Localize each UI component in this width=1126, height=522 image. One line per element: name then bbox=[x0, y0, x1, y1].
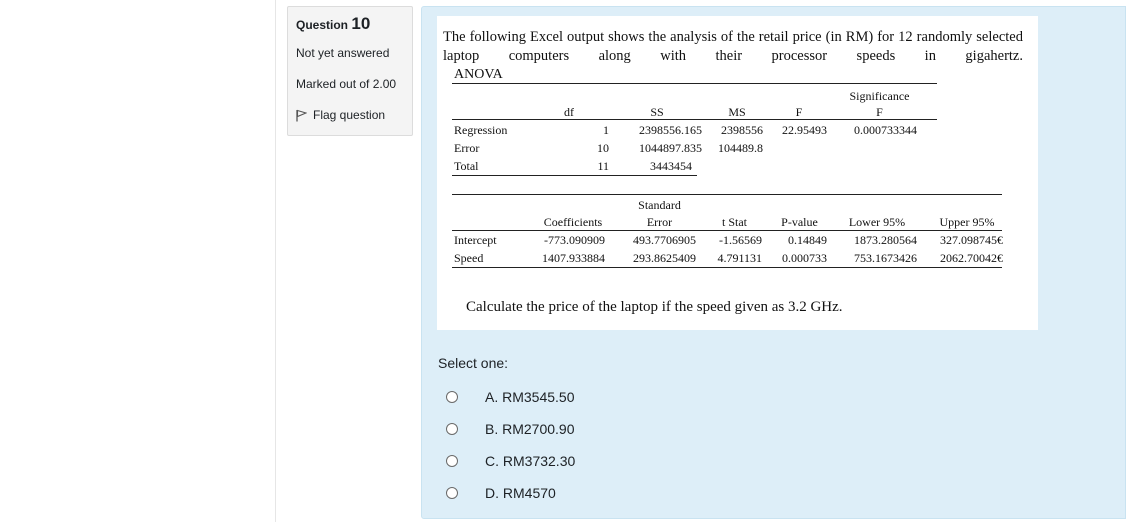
coef-row-p: 0.14849 bbox=[788, 233, 827, 247]
answer-label-c: C. RM3732.30 bbox=[485, 453, 576, 469]
coef-row-t: 4.791131 bbox=[717, 251, 762, 265]
answer-option-d[interactable]: D. RM4570 bbox=[438, 477, 575, 509]
anova-title: ANOVA bbox=[454, 67, 503, 82]
coef-row-p: 0.000733 bbox=[782, 251, 827, 265]
answer-label-a: A. RM3545.50 bbox=[485, 389, 575, 405]
flag-icon bbox=[296, 109, 307, 121]
anova-header-rule bbox=[452, 119, 937, 120]
anova-row-label: Total bbox=[454, 159, 479, 173]
question-image: The following Excel output shows the ana… bbox=[437, 16, 1038, 330]
coef-header-rule bbox=[452, 230, 1002, 231]
coef-header-lower95: Lower 95% bbox=[848, 215, 906, 229]
answer-option-b[interactable]: B. RM2700.90 bbox=[438, 413, 575, 445]
answer-label-d: D. RM4570 bbox=[485, 485, 556, 501]
answer-radio-a[interactable] bbox=[446, 391, 458, 403]
coef-header-tstat: t Stat bbox=[721, 215, 747, 229]
question-state: Not yet answered bbox=[296, 46, 390, 60]
anova-row-ss: 2398556.165 bbox=[639, 123, 702, 137]
anova-row-df: 11 bbox=[597, 159, 609, 173]
flag-question-label: Flag question bbox=[313, 108, 386, 122]
anova-row-df: 1 bbox=[603, 123, 609, 137]
anova-row-label: Regression bbox=[454, 123, 508, 137]
anova-header-df: df bbox=[564, 105, 574, 119]
anova-row-ss: 3443454 bbox=[650, 159, 692, 173]
coef-row-upper: 2062.70042€ bbox=[940, 251, 1003, 265]
anova-header-f: F bbox=[795, 105, 803, 119]
coef-row-lower: 753.1673426 bbox=[854, 251, 917, 265]
anova-row-label: Error bbox=[454, 141, 480, 155]
coef-top-rule bbox=[452, 194, 1002, 195]
anova-top-rule bbox=[452, 83, 937, 84]
coef-header-error: Error bbox=[646, 215, 673, 229]
coef-header-coefficients: Coefficients bbox=[543, 215, 603, 229]
anova-row-f: 22.95493 bbox=[782, 123, 827, 137]
anova-header-ss: SS bbox=[650, 105, 664, 119]
coef-header-upper95: Upper 95% bbox=[939, 215, 995, 229]
answer-radio-c[interactable] bbox=[446, 455, 458, 467]
anova-bottom-rule bbox=[452, 175, 697, 176]
question-number: Question 10 bbox=[296, 14, 370, 34]
question-number-value: 10 bbox=[351, 14, 371, 33]
anova-row-ss: 1044897.835 bbox=[639, 141, 702, 155]
anova-row-ms: 104489.8 bbox=[718, 141, 763, 155]
anova-header-ms: MS bbox=[728, 105, 746, 119]
answer-radio-d[interactable] bbox=[446, 487, 458, 499]
anova-header-significance-f: F bbox=[876, 105, 883, 119]
page-divider bbox=[275, 0, 276, 522]
answer-option-a[interactable]: A. RM3545.50 bbox=[438, 381, 575, 413]
answer-radio-b[interactable] bbox=[446, 423, 458, 435]
question-intro: The following Excel output shows the ana… bbox=[443, 29, 1023, 64]
question-prompt: Calculate the price of the laptop if the… bbox=[466, 299, 843, 315]
question-content: The following Excel output shows the ana… bbox=[421, 6, 1126, 519]
coef-header-standard: Standard bbox=[638, 198, 681, 212]
coef-row-se: 293.8625409 bbox=[633, 251, 696, 265]
coef-row-se: 493.7706905 bbox=[633, 233, 696, 247]
coef-row-lower: 1873.280564 bbox=[854, 233, 917, 247]
anova-row-ms: 2398556 bbox=[721, 123, 763, 137]
coef-row-coef: 1407.933884 bbox=[542, 251, 605, 265]
answer-option-c[interactable]: C. RM3732.30 bbox=[438, 445, 575, 477]
coef-row-upper: 327.098745€ bbox=[940, 233, 1003, 247]
question-info-panel: Question 10 Not yet answered Marked out … bbox=[287, 6, 413, 136]
flag-question-link[interactable]: Flag question bbox=[296, 108, 385, 122]
anova-header-significance: Significance bbox=[849, 89, 910, 103]
anova-row-sig: 0.000733344 bbox=[854, 123, 917, 137]
coef-row-t: -1.56569 bbox=[719, 233, 762, 247]
coef-row-label: Speed bbox=[454, 251, 484, 265]
coef-row-coef: -773.090909 bbox=[544, 233, 605, 247]
coef-bottom-rule bbox=[452, 267, 1002, 268]
anova-row-df: 10 bbox=[597, 141, 609, 155]
select-one-label: Select one: bbox=[438, 355, 509, 371]
answer-label-b: B. RM2700.90 bbox=[485, 421, 575, 437]
coef-row-label: Intercept bbox=[454, 233, 497, 247]
coef-header-pvalue: P-value bbox=[781, 215, 818, 229]
question-grade: Marked out of 2.00 bbox=[296, 77, 397, 91]
question-label: Question bbox=[296, 18, 349, 32]
answer-block: Select one: A. RM3545.50 B. RM2700.90 C.… bbox=[438, 355, 575, 509]
